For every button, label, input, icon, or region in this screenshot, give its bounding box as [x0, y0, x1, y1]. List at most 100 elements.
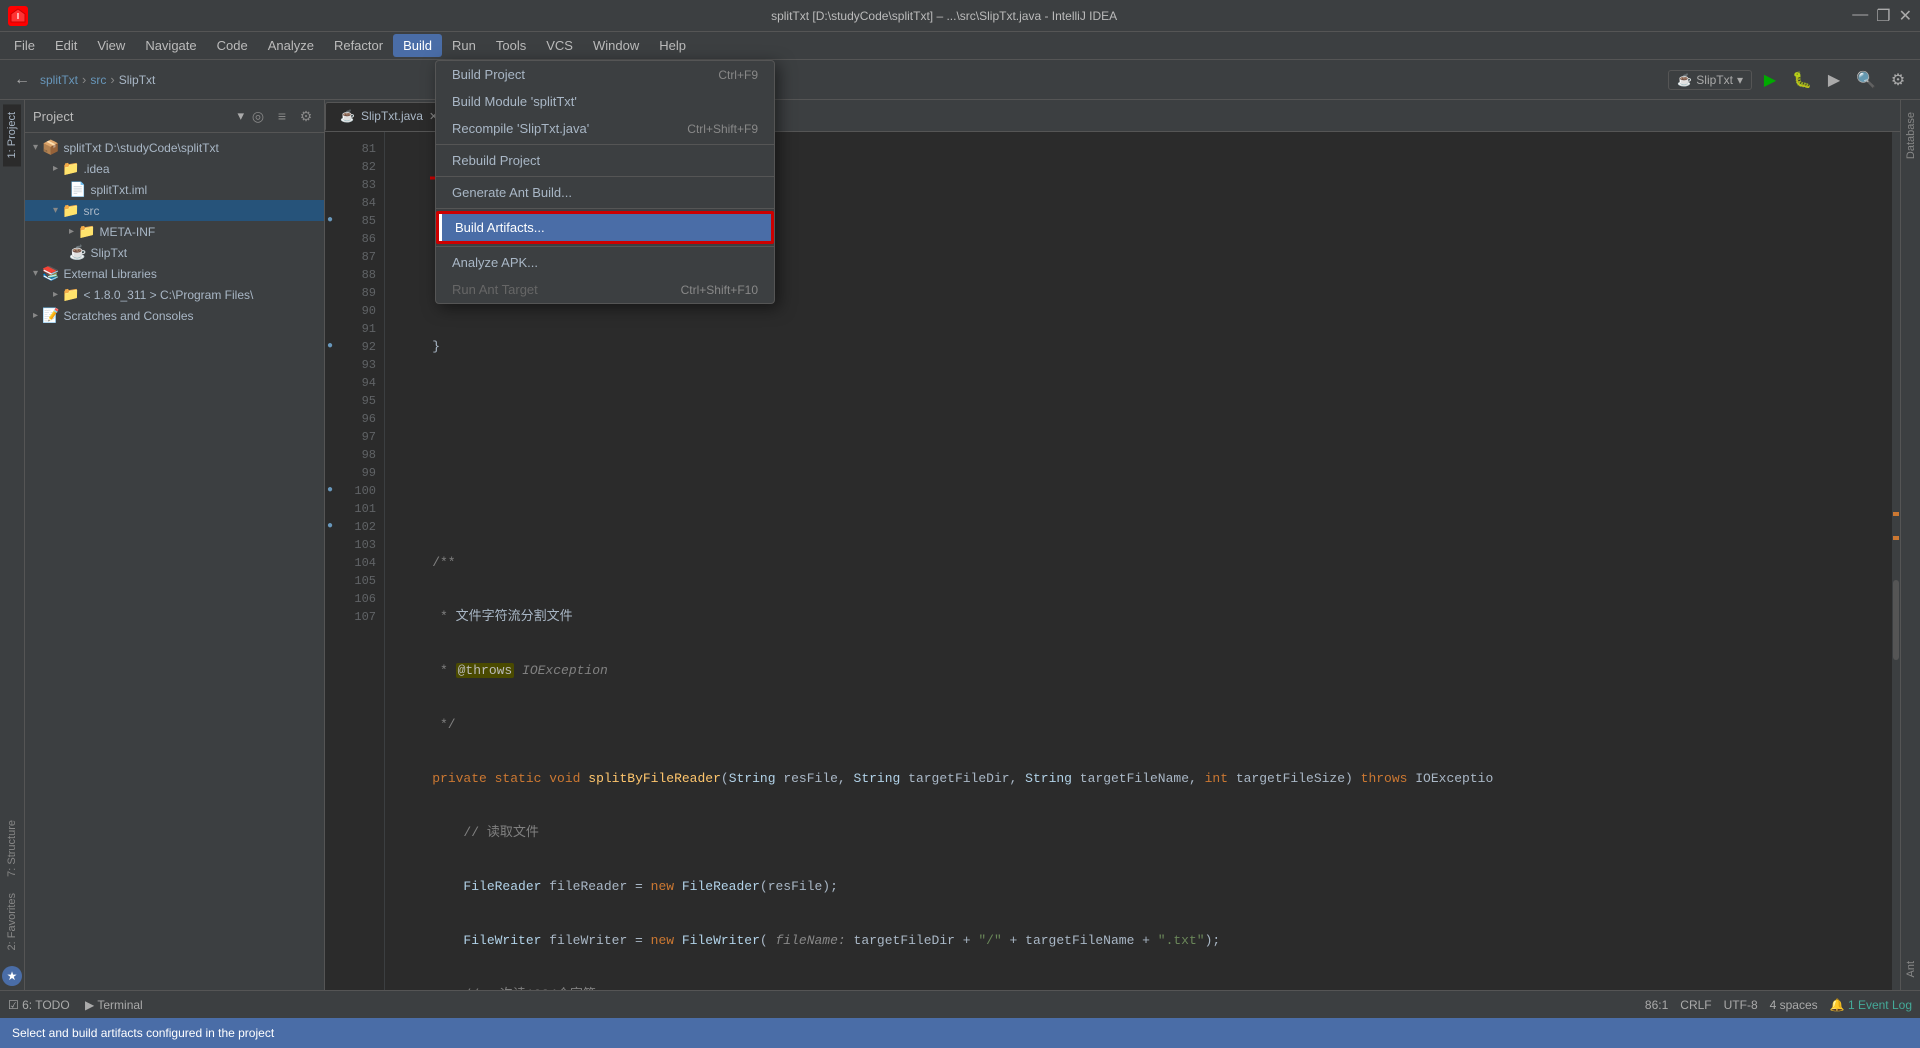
line-105: 105 — [325, 572, 384, 590]
menu-file[interactable]: File — [4, 34, 45, 57]
left-tab-favorites[interactable]: 2: Favorites — [3, 885, 21, 958]
right-tab-ant[interactable]: Ant — [1903, 957, 1919, 982]
editor-tab-sliptxt[interactable]: ☕ SlipTxt.java ✕ — [325, 102, 453, 131]
todo-tab[interactable]: ☑ 6: TODO — [8, 998, 70, 1012]
line-86: 86 — [325, 230, 384, 248]
dropdown-item-generate-ant[interactable]: Generate Ant Build... — [436, 179, 774, 206]
menu-code[interactable]: Code — [207, 34, 258, 57]
breadcrumb-project[interactable]: splitTxt — [40, 73, 78, 87]
tree-label-src: src — [83, 204, 99, 218]
menu-build[interactable]: Build — [393, 34, 442, 57]
run-button[interactable]: ▶ — [1756, 66, 1784, 94]
gear-icon[interactable]: ⚙ — [296, 106, 316, 126]
line-88: 88 — [325, 266, 384, 284]
code-line-87 — [401, 500, 1876, 518]
line-81: 81 — [325, 140, 384, 158]
code-line-91: */ — [401, 716, 1876, 734]
run-config-dropdown-icon: ▾ — [1737, 73, 1743, 87]
coverage-button[interactable]: ▶ — [1820, 66, 1848, 94]
menu-help[interactable]: Help — [649, 34, 696, 57]
menu-bar: File Edit View Navigate Code Analyze Ref… — [0, 32, 1920, 60]
dropdown-separator-1 — [436, 144, 774, 145]
tab-label: SlipTxt.java — [361, 109, 423, 123]
line-95: 95 — [325, 392, 384, 410]
tree-item-idea[interactable]: ▸ 📁 .idea — [25, 158, 324, 179]
line-100: ●100 — [325, 482, 384, 500]
debug-button[interactable]: 🐛 — [1788, 66, 1816, 94]
code-line-92: private static void splitByFileReader(St… — [401, 770, 1876, 788]
tree-item-external-libs[interactable]: ▾ 📚 External Libraries — [25, 263, 324, 284]
line-104: 104 — [325, 554, 384, 572]
dropdown-label-build-project: Build Project — [452, 67, 525, 82]
menu-navigate[interactable]: Navigate — [135, 34, 206, 57]
tree-item-sliptxt[interactable]: ☕ SlipTxt — [25, 242, 324, 263]
left-tab-project[interactable]: 1: Project — [3, 104, 21, 166]
code-line-89: * 文件字符流分割文件 — [401, 608, 1876, 626]
menu-view[interactable]: View — [87, 34, 135, 57]
code-line-88: /** — [401, 554, 1876, 572]
tree-item-meta-inf[interactable]: ▸ 📁 META-INF — [25, 221, 324, 242]
line-99: 99 — [325, 464, 384, 482]
bottom-bar: ☑ 6: TODO ▶ Terminal 86:1 CRLF UTF-8 4 s… — [0, 990, 1920, 1018]
menu-tools[interactable]: Tools — [486, 34, 536, 57]
menu-analyze[interactable]: Analyze — [258, 34, 324, 57]
left-tab-structure[interactable]: 7: Structure — [3, 812, 21, 885]
shortcut-recompile: Ctrl+Shift+F9 — [687, 122, 758, 136]
menu-vcs[interactable]: VCS — [536, 34, 583, 57]
terminal-tab[interactable]: ▶ Terminal — [85, 998, 143, 1012]
dropdown-item-analyze-apk[interactable]: Analyze APK... — [436, 249, 774, 276]
tree-item-splitTxt-root[interactable]: ▾ 📦 splitTxt D:\studyCode\splitTxt — [25, 137, 324, 158]
tree-item-jdk[interactable]: ▸ 📁 < 1.8.0_311 > C:\Program Files\ — [25, 284, 324, 305]
dropdown-label-analyze-apk: Analyze APK... — [452, 255, 538, 270]
favorites-star[interactable]: ★ — [2, 966, 22, 986]
dropdown-item-build-project[interactable]: Build Project Ctrl+F9 — [436, 61, 774, 88]
tree-item-scratches[interactable]: ▸ 📝 Scratches and Consoles — [25, 305, 324, 326]
dropdown-item-recompile[interactable]: Recompile 'SlipTxt.java' Ctrl+Shift+F9 — [436, 115, 774, 142]
dropdown-separator-2 — [436, 176, 774, 177]
minimize-button[interactable]: — — [1852, 6, 1868, 26]
maximize-button[interactable]: ❐ — [1876, 6, 1890, 26]
line-97: 97 — [325, 428, 384, 446]
breadcrumb-file[interactable]: SlipTxt — [119, 73, 156, 87]
dropdown-item-rebuild[interactable]: Rebuild Project — [436, 147, 774, 174]
encoding: UTF-8 — [1724, 998, 1758, 1012]
menu-edit[interactable]: Edit — [45, 34, 87, 57]
run-config-label: SlipTxt — [1696, 73, 1733, 87]
editor-scrollbar[interactable] — [1892, 132, 1900, 990]
settings-button[interactable]: ⚙ — [1884, 66, 1912, 94]
expand-all-button[interactable]: ≡ — [272, 106, 292, 126]
event-log[interactable]: 🔔 1 Event Log — [1830, 998, 1912, 1012]
cursor-position: 86:1 — [1645, 998, 1668, 1012]
app-icon: I — [8, 6, 28, 26]
search-everywhere-button[interactable]: 🔍 — [1852, 66, 1880, 94]
code-line-85 — [401, 392, 1876, 410]
menu-window[interactable]: Window — [583, 34, 649, 57]
breadcrumb-src[interactable]: src — [90, 73, 106, 87]
line-102: ●102 — [325, 518, 384, 536]
line-106: 106 — [325, 590, 384, 608]
line-83: 83 — [325, 176, 384, 194]
menu-run[interactable]: Run — [442, 34, 486, 57]
dropdown-item-run-ant: Run Ant Target Ctrl+Shift+F10 — [436, 276, 774, 303]
right-tab-database[interactable]: Database — [1903, 108, 1919, 163]
line-numbers: 81 82 83 84 ●85 86 87 88 89 90 91 ●92 93… — [325, 132, 385, 990]
run-config-selector[interactable]: ☕ SlipTxt ▾ — [1668, 70, 1752, 90]
locate-file-button[interactable]: ◎ — [248, 106, 268, 126]
sidebar-header: Project ▾ ◎ ≡ ⚙ — [25, 100, 324, 133]
dropdown-label-generate-ant: Generate Ant Build... — [452, 185, 572, 200]
tree-label-idea: .idea — [83, 162, 109, 176]
dropdown-item-build-module[interactable]: Build Module 'splitTxt' — [436, 88, 774, 115]
line-107: 107 — [325, 608, 384, 626]
dropdown-separator-4 — [436, 246, 774, 247]
tree-label-external: External Libraries — [63, 267, 156, 281]
menu-refactor[interactable]: Refactor — [324, 34, 393, 57]
line-92: ●92 — [325, 338, 384, 356]
dropdown-item-build-artifacts[interactable]: Build Artifacts... — [436, 211, 774, 244]
toolbar: ← splitTxt › src › SlipTxt ☕ SlipTxt ▾ ▶… — [0, 60, 1920, 100]
close-button[interactable]: ✕ — [1899, 6, 1912, 26]
back-button[interactable]: ← — [8, 66, 36, 94]
tree-item-iml[interactable]: 📄 splitTxt.iml — [25, 179, 324, 200]
line-87: 87 — [325, 248, 384, 266]
code-line-84: } — [401, 338, 1876, 356]
tree-item-src[interactable]: ▾ 📁 src — [25, 200, 324, 221]
